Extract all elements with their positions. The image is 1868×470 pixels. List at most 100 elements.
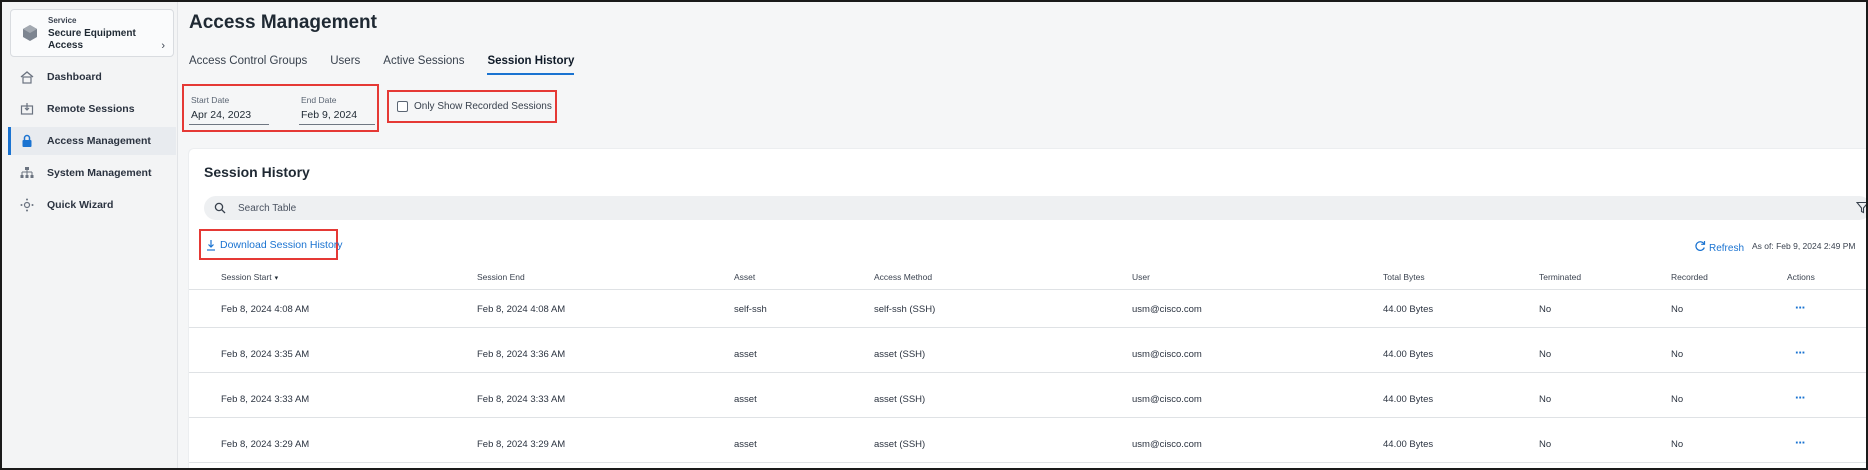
more-actions-icon[interactable]: ··· — [1795, 300, 1806, 315]
end-date-value: Feb 9, 2024 — [301, 109, 358, 121]
cell-access-method: asset (SSH) — [874, 439, 926, 450]
filter-icon[interactable] — [1855, 201, 1866, 219]
table-row: Feb 8, 2024 4:08 AM Feb 8, 2024 4:08 AM … — [189, 290, 1866, 328]
sort-caret-icon: ▾ — [274, 275, 279, 282]
app-window: Service Secure Equipment Access › Dashbo… — [0, 0, 1868, 470]
cell-user: usm@cisco.com — [1132, 439, 1202, 450]
cell-asset: asset — [734, 349, 757, 360]
cell-session-end: Feb 8, 2024 3:29 AM — [477, 439, 566, 450]
download-icon — [206, 239, 216, 251]
recorded-only-filter: Only Show Recorded Sessions — [387, 90, 557, 123]
cell-recorded: No — [1671, 439, 1684, 450]
sidebar-item-remote-sessions[interactable]: Remote Sessions — [8, 95, 176, 123]
cell-session-start: Feb 8, 2024 4:08 AM — [221, 304, 310, 315]
sidebar-item-label: Access Management — [47, 135, 151, 147]
table-header: Session Start ▾ Session End Asset Access … — [189, 264, 1866, 290]
cell-asset: asset — [734, 439, 757, 450]
card-title: Session History — [204, 164, 310, 180]
service-label: Service — [48, 16, 77, 25]
start-date-label: Start Date — [191, 95, 230, 105]
sidebar: Service Secure Equipment Access › Dashbo… — [2, 2, 178, 468]
cell-terminated: No — [1539, 439, 1552, 450]
sidebar-item-access-management[interactable]: Access Management — [8, 127, 176, 155]
sidebar-item-label: Remote Sessions — [47, 103, 135, 115]
more-actions-icon[interactable]: ··· — [1795, 435, 1806, 450]
column-header-session-start[interactable]: Session Start ▾ — [221, 272, 278, 282]
cell-asset: asset — [734, 394, 757, 405]
page-title: Access Management — [189, 12, 377, 33]
service-name: Secure Equipment Access — [48, 28, 136, 51]
cell-total-bytes: 44.00 Bytes — [1383, 439, 1434, 450]
cell-session-end: Feb 8, 2024 3:33 AM — [477, 394, 566, 405]
search-bar — [204, 196, 1866, 220]
tab-active-sessions[interactable]: Active Sessions — [383, 55, 464, 75]
cell-access-method: self-ssh (SSH) — [874, 304, 936, 315]
cell-recorded: No — [1671, 304, 1684, 315]
service-hexagon-icon — [21, 24, 39, 47]
table-row: Feb 8, 2024 3:29 AM Feb 8, 2024 3:29 AM … — [189, 425, 1866, 463]
refresh-button[interactable]: Refresh — [1694, 239, 1744, 257]
cell-recorded: No — [1671, 394, 1684, 405]
end-date-label: End Date — [301, 95, 337, 105]
tab-session-history[interactable]: Session History — [487, 55, 575, 75]
start-date-underline — [189, 124, 269, 125]
column-header-actions: Actions — [1787, 272, 1815, 282]
cell-total-bytes: 44.00 Bytes — [1383, 394, 1434, 405]
sidebar-item-system-management[interactable]: System Management — [8, 159, 176, 187]
hierarchy-icon — [19, 165, 35, 181]
cell-session-start: Feb 8, 2024 3:29 AM — [221, 439, 310, 450]
session-history-card: Session History Download Session History… — [188, 148, 1866, 468]
column-header-session-end[interactable]: Session End — [477, 272, 525, 282]
refresh-icon — [1694, 239, 1706, 257]
search-input[interactable] — [238, 199, 838, 217]
cell-session-start: Feb 8, 2024 3:33 AM — [221, 394, 310, 405]
column-header-total-bytes[interactable]: Total Bytes — [1383, 272, 1425, 282]
column-header-user[interactable]: User — [1132, 272, 1150, 282]
column-header-recorded[interactable]: Recorded — [1671, 272, 1708, 282]
cell-terminated: No — [1539, 304, 1552, 315]
start-date-value: Apr 24, 2023 — [191, 109, 252, 121]
download-label: Download Session History — [220, 238, 343, 251]
recorded-only-label[interactable]: Only Show Recorded Sessions — [414, 101, 552, 112]
download-session-history-button[interactable]: Download Session History — [199, 229, 343, 260]
cell-session-end: Feb 8, 2024 4:08 AM — [477, 304, 566, 315]
sidebar-item-label: Dashboard — [47, 71, 102, 83]
date-range-highlight: Start Date Apr 24, 2023 End Date Feb 9, … — [182, 84, 379, 132]
cell-access-method: asset (SSH) — [874, 349, 926, 360]
home-icon — [19, 69, 35, 85]
end-date-underline — [299, 124, 375, 125]
lock-icon — [19, 133, 35, 149]
wizard-icon — [19, 197, 35, 213]
column-header-terminated[interactable]: Terminated — [1539, 272, 1581, 282]
cell-terminated: No — [1539, 349, 1552, 360]
sidebar-item-label: Quick Wizard — [47, 199, 114, 211]
cell-total-bytes: 44.00 Bytes — [1383, 349, 1434, 360]
cell-asset: self-ssh — [734, 304, 767, 315]
sidebar-item-label: System Management — [47, 167, 152, 179]
table-row: Feb 8, 2024 3:33 AM Feb 8, 2024 3:33 AM … — [189, 380, 1866, 418]
tab-users[interactable]: Users — [330, 55, 360, 75]
column-header-access-method[interactable]: Access Method — [874, 272, 932, 282]
sidebar-item-dashboard[interactable]: Dashboard — [8, 63, 176, 91]
refresh-label: Refresh — [1709, 242, 1745, 254]
cell-session-end: Feb 8, 2024 3:36 AM — [477, 349, 566, 360]
cell-access-method: asset (SSH) — [874, 394, 926, 405]
cell-terminated: No — [1539, 394, 1552, 405]
table-row: Feb 8, 2024 3:35 AM Feb 8, 2024 3:36 AM … — [189, 335, 1866, 373]
cell-user: usm@cisco.com — [1132, 394, 1202, 405]
cell-recorded: No — [1671, 349, 1684, 360]
search-icon — [214, 201, 226, 219]
tab-bar: Access Control Groups Users Active Sessi… — [189, 55, 597, 75]
service-selector[interactable]: Service Secure Equipment Access › — [10, 9, 174, 57]
cell-session-start: Feb 8, 2024 3:35 AM — [221, 349, 310, 360]
tab-access-control-groups[interactable]: Access Control Groups — [189, 55, 307, 75]
cell-total-bytes: 44.00 Bytes — [1383, 304, 1434, 315]
cell-user: usm@cisco.com — [1132, 349, 1202, 360]
recorded-only-checkbox[interactable] — [397, 101, 408, 112]
chevron-right-icon: › — [161, 40, 165, 52]
more-actions-icon[interactable]: ··· — [1795, 345, 1806, 360]
sidebar-item-quick-wizard[interactable]: Quick Wizard — [8, 191, 176, 219]
more-actions-icon[interactable]: ··· — [1795, 390, 1806, 405]
as-of-timestamp: As of: Feb 9, 2024 2:49 PM — [1752, 241, 1856, 251]
column-header-asset[interactable]: Asset — [734, 272, 755, 282]
